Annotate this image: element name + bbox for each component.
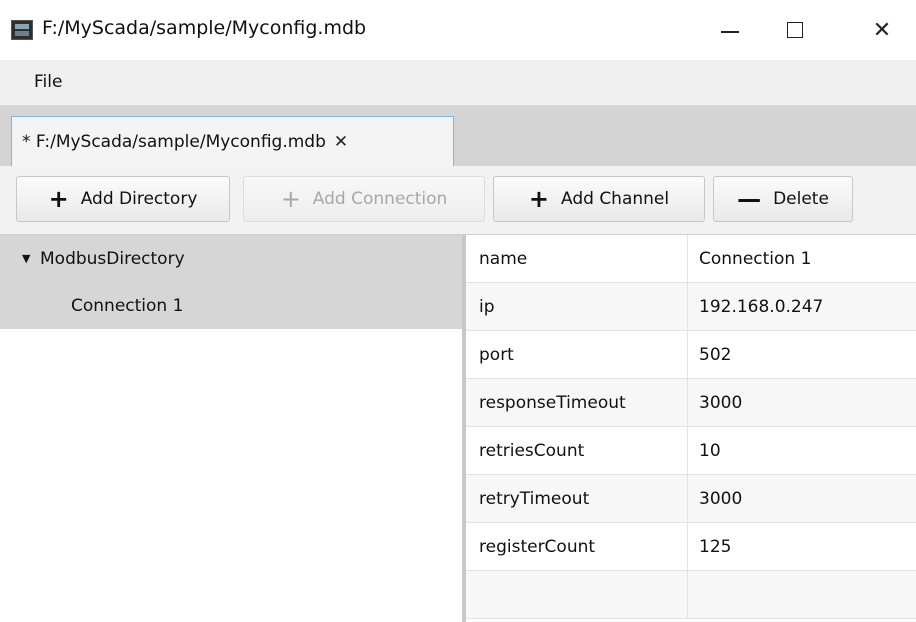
- property-value[interactable]: 125: [688, 523, 731, 570]
- close-button[interactable]: ✕: [852, 0, 912, 60]
- property-key: port: [466, 331, 688, 378]
- tab-myconfig[interactable]: * F:/MyScada/sample/Myconfig.mdb ✕: [11, 116, 454, 166]
- table-row[interactable]: responseTimeout 3000: [466, 379, 916, 427]
- tree-item-modbus-directory[interactable]: ▼ ModbusDirectory: [0, 235, 462, 282]
- tree-item-connection-1[interactable]: Connection 1: [0, 282, 462, 329]
- maximize-button[interactable]: [765, 0, 825, 60]
- tab-strip: * F:/MyScada/sample/Myconfig.mdb ✕: [0, 106, 916, 166]
- tab-close-icon[interactable]: ✕: [334, 132, 348, 152]
- app-icon: [11, 20, 33, 40]
- tree-item-label: ModbusDirectory: [40, 248, 185, 269]
- property-key: retryTimeout: [466, 475, 688, 522]
- add-channel-button[interactable]: + Add Channel: [493, 176, 705, 222]
- plus-icon: +: [280, 185, 301, 213]
- property-value[interactable]: 502: [688, 331, 731, 378]
- directory-tree[interactable]: ▼ ModbusDirectory Connection 1: [0, 235, 462, 622]
- properties-table: name Connection 1 ip 192.168.0.247 port …: [466, 235, 916, 622]
- delete-button[interactable]: — Delete: [713, 176, 853, 222]
- tree-item-label: Connection 1: [71, 295, 184, 316]
- property-key: registerCount: [466, 523, 688, 570]
- property-value[interactable]: 192.168.0.247: [688, 283, 823, 330]
- tab-label: * F:/MyScada/sample/Myconfig.mdb: [22, 131, 326, 152]
- property-value: [688, 571, 699, 618]
- minimize-icon: [721, 31, 739, 33]
- expand-arrow-icon[interactable]: ▼: [22, 252, 30, 265]
- add-connection-label: Add Connection: [312, 189, 448, 209]
- toolbar: + Add Directory + Add Connection + Add C…: [0, 166, 916, 235]
- minus-icon: —: [737, 185, 762, 213]
- maximize-icon: [787, 22, 803, 38]
- table-row[interactable]: retriesCount 10: [466, 427, 916, 475]
- window-title: F:/MyScada/sample/Myconfig.mdb: [42, 17, 367, 39]
- property-key: responseTimeout: [466, 379, 688, 426]
- property-value[interactable]: 3000: [688, 379, 742, 426]
- plus-icon: +: [48, 185, 69, 213]
- table-row[interactable]: port 502: [466, 331, 916, 379]
- table-row[interactable]: ip 192.168.0.247: [466, 283, 916, 331]
- property-key: retriesCount: [466, 427, 688, 474]
- property-key: ip: [466, 283, 688, 330]
- table-row-empty: [466, 571, 916, 619]
- close-icon: ✕: [872, 17, 892, 43]
- property-value[interactable]: 10: [688, 427, 721, 474]
- property-value[interactable]: 3000: [688, 475, 742, 522]
- menu-bar: File: [0, 60, 916, 106]
- table-row[interactable]: name Connection 1: [466, 235, 916, 283]
- title-bar: F:/MyScada/sample/Myconfig.mdb ✕: [0, 0, 916, 60]
- add-directory-label: Add Directory: [80, 189, 198, 209]
- plus-icon: +: [528, 185, 549, 213]
- add-connection-button[interactable]: + Add Connection: [243, 176, 485, 222]
- menu-file[interactable]: File: [34, 72, 62, 92]
- property-value[interactable]: Connection 1: [688, 235, 811, 282]
- property-key: name: [466, 235, 688, 282]
- table-row[interactable]: retryTimeout 3000: [466, 475, 916, 523]
- add-channel-label: Add Channel: [561, 189, 670, 209]
- add-directory-button[interactable]: + Add Directory: [16, 176, 230, 222]
- delete-label: Delete: [773, 189, 829, 209]
- minimize-button[interactable]: [700, 0, 760, 60]
- table-row[interactable]: registerCount 125: [466, 523, 916, 571]
- property-key: [466, 571, 688, 618]
